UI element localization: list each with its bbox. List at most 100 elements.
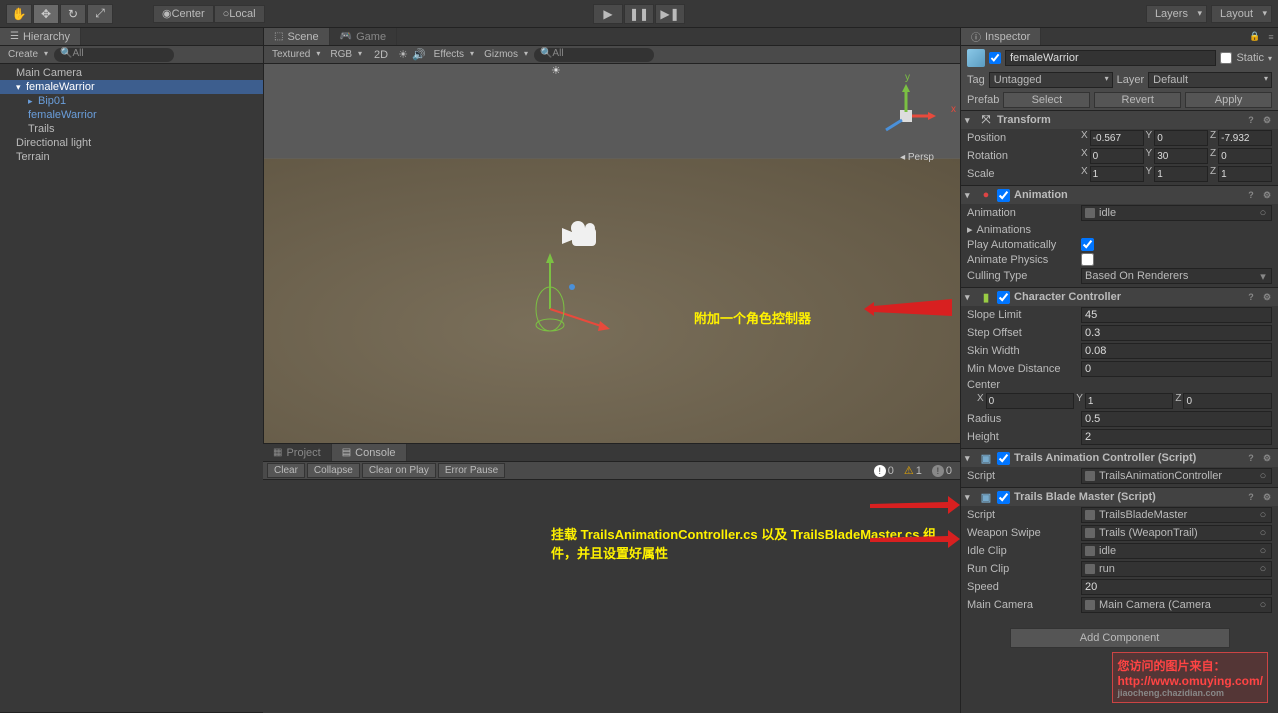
hierarchy-search[interactable]: 🔍All (54, 48, 174, 62)
hierarchy-item[interactable]: ▸Bip01 (0, 94, 263, 108)
scene-tab[interactable]: ⬚Scene (264, 28, 330, 45)
step-button[interactable]: ▶❚ (655, 4, 685, 24)
warn-count[interactable]: ⚠1 (900, 463, 926, 478)
select-button[interactable]: Select (1003, 92, 1090, 108)
apply-button[interactable]: Apply (1185, 92, 1272, 108)
create-dropdown[interactable]: Create (4, 49, 50, 60)
help-icon[interactable]: ? (1244, 188, 1258, 202)
light-toggle[interactable]: ☀ (398, 48, 408, 61)
scale-tool[interactable]: ⤢ (87, 4, 113, 24)
revert-button[interactable]: Revert (1094, 92, 1181, 108)
hierarchy-item[interactable]: Main Camera (0, 66, 263, 80)
scl-x[interactable]: 1 (1090, 166, 1144, 182)
gear-icon[interactable]: ⚙ (1260, 490, 1274, 504)
hierarchy-item[interactable]: femaleWarrior (0, 108, 263, 122)
gear-icon[interactable]: ⚙ (1260, 188, 1274, 202)
rotate-tool[interactable]: ↻ (60, 4, 86, 24)
rot-y[interactable]: 30 (1154, 148, 1208, 164)
fold-icon[interactable]: ▾ (965, 190, 975, 201)
orientation-gizmo[interactable] (870, 80, 940, 150)
game-tab[interactable]: 🎮Game (330, 28, 397, 45)
speed-field[interactable]: 20 (1081, 579, 1272, 595)
scene-view[interactable]: ◂ Persp y x ☀ (264, 64, 960, 443)
fold-icon[interactable]: ▾ (965, 115, 975, 126)
gizmos-dropdown[interactable]: Gizmos (480, 49, 530, 60)
pos-z[interactable]: -7.932 (1218, 130, 1272, 146)
hierarchy-tab[interactable]: ☰Hierarchy (0, 28, 81, 45)
pivot-toggle[interactable]: ◉ Center (153, 5, 214, 23)
space-toggle[interactable]: ○ Local (214, 5, 265, 23)
help-icon[interactable]: ? (1244, 113, 1258, 127)
move-tool[interactable]: ✥ (33, 4, 59, 24)
2d-toggle[interactable]: 2D (368, 49, 394, 61)
render-mode[interactable]: RGB (326, 49, 364, 60)
play-button[interactable]: ▶ (593, 4, 623, 24)
layers-dropdown[interactable]: Layers (1146, 5, 1207, 23)
center-x[interactable]: 0 (986, 393, 1075, 409)
effects-dropdown[interactable]: Effects (430, 49, 476, 60)
center-y[interactable]: 1 (1085, 393, 1174, 409)
hierarchy-item[interactable]: Trails (0, 122, 263, 136)
transform-gizmo[interactable] (534, 249, 614, 349)
error-pause-button[interactable]: Error Pause (438, 463, 505, 478)
clear-on-play-button[interactable]: Clear on Play (362, 463, 436, 478)
script-field[interactable]: TrailsBladeMaster○ (1081, 507, 1272, 523)
radius-field[interactable]: 0.5 (1081, 411, 1272, 427)
idle-field[interactable]: idle○ (1081, 543, 1272, 559)
rot-x[interactable]: 0 (1090, 148, 1144, 164)
step-field[interactable]: 0.3 (1081, 325, 1272, 341)
fold-icon[interactable]: ▸ (967, 223, 973, 236)
rot-z[interactable]: 0 (1218, 148, 1272, 164)
audio-toggle[interactable]: 🔊 (412, 48, 426, 61)
play-auto-checkbox[interactable] (1081, 238, 1094, 251)
layer-dropdown[interactable]: Default (1148, 72, 1272, 88)
layout-dropdown[interactable]: Layout (1211, 5, 1272, 23)
gear-icon[interactable]: ⚙ (1260, 113, 1274, 127)
gameobject-icon[interactable] (967, 49, 985, 67)
static-checkbox[interactable] (1220, 52, 1232, 64)
hierarchy-item[interactable]: Directional light (0, 136, 263, 150)
script-field[interactable]: TrailsAnimationController○ (1081, 468, 1272, 484)
active-checkbox[interactable] (989, 52, 1001, 64)
scl-y[interactable]: 1 (1154, 166, 1208, 182)
hierarchy-item[interactable]: ▾femaleWarrior (0, 80, 263, 94)
tac-enabled[interactable] (997, 452, 1010, 465)
pos-x[interactable]: -0.567 (1090, 130, 1144, 146)
tbm-enabled[interactable] (997, 491, 1010, 504)
anim-field[interactable]: idle○ (1081, 205, 1272, 221)
culling-dropdown[interactable]: Based On Renderers▾ (1081, 268, 1272, 284)
run-field[interactable]: run○ (1081, 561, 1272, 577)
error-count[interactable]: !0 (928, 464, 956, 478)
fold-icon[interactable]: ▾ (965, 292, 975, 303)
draw-mode[interactable]: Textured (268, 49, 322, 60)
menu-icon[interactable]: ≡ (1264, 30, 1278, 44)
hand-tool[interactable]: ✋ (6, 4, 32, 24)
console-tab[interactable]: ▤Console (332, 444, 407, 461)
center-z[interactable]: 0 (1183, 393, 1272, 409)
info-count[interactable]: !0 (870, 464, 898, 478)
weapon-field[interactable]: Trails (WeaponTrail)○ (1081, 525, 1272, 541)
project-tab[interactable]: ▦Project (263, 444, 332, 461)
help-icon[interactable]: ? (1244, 290, 1258, 304)
fold-icon[interactable]: ▾ (965, 453, 975, 464)
height-field[interactable]: 2 (1081, 429, 1272, 445)
object-name-field[interactable] (1005, 50, 1216, 66)
cc-enabled[interactable] (997, 291, 1010, 304)
help-icon[interactable]: ? (1244, 451, 1258, 465)
tag-dropdown[interactable]: Untagged (989, 72, 1113, 88)
gear-icon[interactable]: ⚙ (1260, 290, 1274, 304)
anim-physics-checkbox[interactable] (1081, 253, 1094, 266)
clear-button[interactable]: Clear (267, 463, 305, 478)
camera-field[interactable]: Main Camera (Camera○ (1081, 597, 1272, 613)
pause-button[interactable]: ❚❚ (624, 4, 654, 24)
lock-icon[interactable]: 🔒 (1248, 30, 1262, 44)
fold-icon[interactable]: ▾ (965, 492, 975, 503)
hierarchy-item[interactable]: Terrain (0, 150, 263, 164)
inspector-tab[interactable]: ⓘInspector (961, 28, 1041, 45)
scene-search[interactable]: 🔍All (534, 48, 654, 62)
add-component-button[interactable]: Add Component (1010, 628, 1230, 648)
skin-field[interactable]: 0.08 (1081, 343, 1272, 359)
slope-field[interactable]: 45 (1081, 307, 1272, 323)
gear-icon[interactable]: ⚙ (1260, 451, 1274, 465)
anim-enabled[interactable] (997, 189, 1010, 202)
